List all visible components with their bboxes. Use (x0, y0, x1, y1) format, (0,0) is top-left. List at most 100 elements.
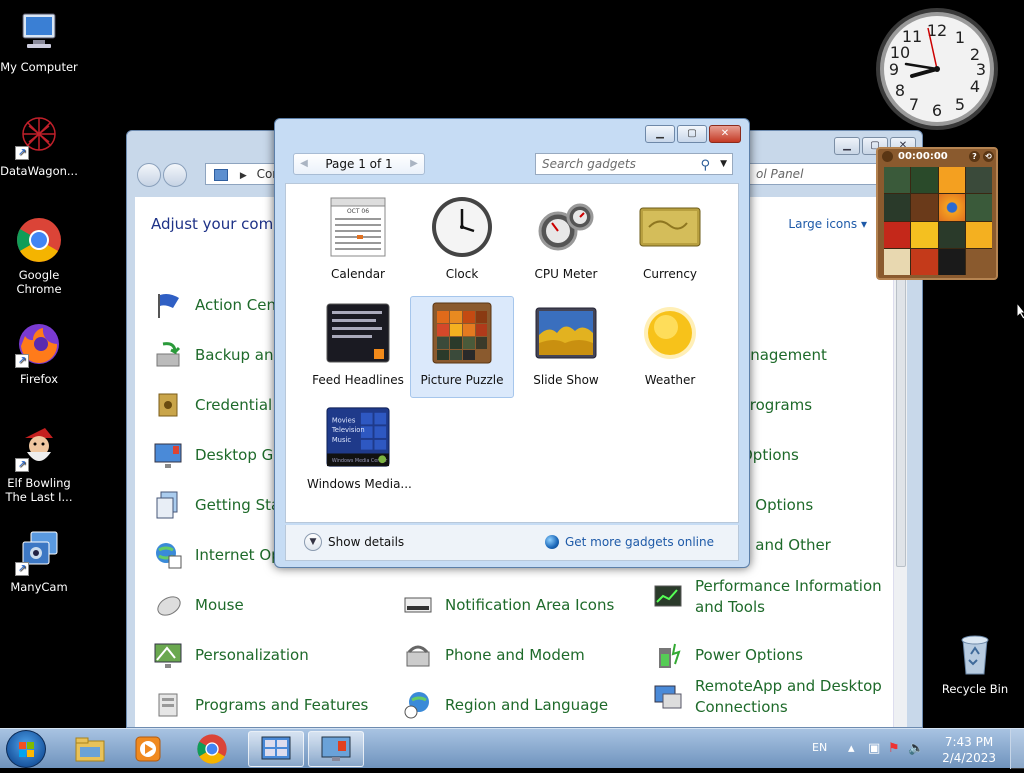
show-desktop-button[interactable] (1010, 729, 1024, 769)
desktop-icon-elf-bowling[interactable]: ↗ Elf Bowling The Last I... (0, 424, 78, 504)
puzzle-tile[interactable] (911, 194, 938, 221)
puzzle-tile[interactable] (938, 194, 965, 221)
search-placeholder: ol Panel (756, 167, 804, 181)
cp-item-backup[interactable]: Backup and (151, 335, 283, 375)
cp-item-internet-options[interactable]: Internet Op (151, 535, 281, 575)
cp-item-col3-5[interactable]: g Options (741, 485, 813, 525)
view-by-dropdown[interactable]: Large icons ▾ (788, 217, 867, 231)
desktop-icon-firefox[interactable]: ↗ Firefox (0, 320, 78, 386)
media-menu-television: Television (331, 426, 365, 434)
language-indicator[interactable]: EN (812, 741, 827, 754)
cp-item-mouse[interactable]: Mouse (151, 585, 244, 625)
puzzle-tile[interactable] (884, 248, 911, 275)
puzzle-tile[interactable] (938, 167, 965, 194)
desktop-icon-my-computer[interactable]: My Computer (0, 8, 78, 74)
gadget-cpu-meter[interactable]: CPU Meter (514, 190, 618, 292)
gadget-windows-media[interactable]: Movies Television Music Windows Media Cente… (306, 400, 412, 502)
forward-button[interactable] (163, 163, 187, 187)
maximize-button[interactable]: ▢ (677, 125, 707, 143)
puzzle-tile[interactable] (938, 221, 965, 248)
cp-item-programs-features[interactable]: Programs and Features (151, 685, 368, 725)
taskbar-chrome[interactable] (184, 731, 240, 767)
network-icon[interactable]: ▣ (868, 741, 880, 756)
desktop-icon-label: DataWagon... (0, 164, 78, 178)
taskbar-gadgets[interactable] (248, 731, 304, 767)
cp-item-col3-2[interactable]: anagement (741, 335, 827, 375)
puzzle-tile[interactable] (911, 221, 938, 248)
back-button[interactable] (137, 163, 161, 187)
puzzle-tile[interactable] (884, 221, 911, 248)
puzzle-tile[interactable] (884, 194, 911, 221)
show-hidden-icons-icon[interactable]: ▴ (848, 741, 855, 756)
media-menu-movies: Movies (332, 416, 356, 424)
puzzle-tile[interactable] (911, 167, 938, 194)
desktop-icon-recycle-bin[interactable]: Recycle Bin (936, 630, 1014, 696)
taskbar-media-player[interactable] (120, 731, 176, 767)
taskbar-explorer[interactable] (62, 731, 118, 767)
clock-face-icon: 12 1234567891011 (876, 8, 998, 130)
desktop-icon-manycam[interactable]: ↗ ManyCam (0, 528, 78, 594)
puzzle-header: 00:00:00 ? ⟲ (878, 149, 996, 165)
calendar-icon: OCT 06 (326, 195, 390, 259)
cp-item-power-options[interactable]: Power Options (651, 635, 803, 675)
help-icon[interactable]: ? (969, 151, 980, 162)
desktop-icon-label: Elf Bowling The Last I... (5, 476, 73, 504)
next-page-icon[interactable]: ▶ (406, 154, 422, 174)
action-center-flag-icon[interactable]: ⚑ (888, 741, 900, 756)
cp-item-getting-started[interactable]: Getting Sta (151, 485, 280, 525)
cp-item-phone-modem[interactable]: Phone and Modem (401, 635, 585, 675)
cp-item-personalization[interactable]: Personalization (151, 635, 309, 675)
gallery-toolbar: ◀ Page 1 of 1 ▶ Search gadgets ⚲ ▼ (285, 149, 739, 179)
cp-item-action-center[interactable]: Action Cent (151, 285, 282, 325)
start-button[interactable] (6, 730, 46, 768)
mouse-cursor-icon (1016, 302, 1024, 320)
search-gadgets-input[interactable]: Search gadgets ⚲ ▼ (535, 153, 733, 175)
search-icon[interactable]: ⚲ (700, 156, 710, 176)
shuffle-icon[interactable]: ⟲ (983, 151, 994, 162)
dropdown-arrow-icon[interactable]: ▼ (720, 154, 727, 174)
cp-item-notification-area[interactable]: Notification Area Icons (401, 585, 614, 625)
puzzle-tile[interactable] (938, 248, 965, 275)
gadget-clock[interactable]: Clock (410, 190, 514, 292)
puzzle-tile[interactable] (911, 248, 938, 275)
minimize-button[interactable]: ▁ (645, 125, 675, 143)
gadget-weather[interactable]: Weather (618, 296, 722, 398)
puzzle-tile[interactable] (965, 221, 992, 248)
show-details-toggle[interactable]: ▼ Show details (304, 533, 404, 551)
puzzle-grid[interactable] (884, 167, 992, 275)
puzzle-tile[interactable] (884, 167, 911, 194)
cp-item-credential[interactable]: Credential I (151, 385, 281, 425)
close-button[interactable]: ✕ (709, 125, 741, 143)
gadget-list: OCT 06 Calendar Clock CPU Meter Currency… (285, 183, 739, 523)
cp-item-desktop-gadgets[interactable]: Desktop Ga (151, 435, 282, 475)
cp-item-col3-3[interactable]: Programs (741, 385, 812, 425)
cp-item-performance[interactable]: Performance Information and Tools (651, 575, 885, 619)
gadget-slide-show[interactable]: Slide Show (514, 296, 618, 398)
recycle-bin-icon (951, 630, 999, 678)
svg-text:5: 5 (955, 95, 965, 114)
clock-gadget[interactable]: 12 1 2 3 4 5 6 7 8 9 10 11 (874, 6, 1000, 132)
cp-item-col3-6[interactable]: n and Other (741, 525, 831, 565)
phone-icon (401, 638, 435, 672)
gadget-calendar[interactable]: OCT 06 Calendar (306, 190, 410, 292)
puzzle-tile[interactable] (965, 167, 992, 194)
gadget-picture-puzzle[interactable]: Picture Puzzle (410, 296, 514, 398)
clock[interactable]: 7:43 PM 2/4/2023 (942, 734, 996, 766)
gadget-currency[interactable]: Currency (618, 190, 722, 292)
gadget-feed-headlines[interactable]: Feed Headlines (306, 296, 410, 398)
minimize-button[interactable]: ▁ (834, 137, 860, 155)
get-more-gadgets-link[interactable]: Get more gadgets online (544, 535, 714, 549)
desktop-icon-datawagon[interactable]: ↗ DataWagon... (0, 112, 78, 178)
taskbar-control-panel[interactable] (308, 731, 364, 767)
cp-item-label: Credential I (195, 395, 282, 414)
shortcut-arrow-icon: ↗ (15, 354, 29, 368)
puzzle-timer: 00:00:00 (898, 151, 948, 162)
desktop-icon-chrome[interactable]: Google Chrome (0, 216, 78, 296)
gadget-gallery-window[interactable]: ▁ ▢ ✕ ◀ Page 1 of 1 ▶ Search gadgets ⚲ ▼… (274, 118, 750, 568)
previous-page-icon[interactable]: ◀ (296, 154, 312, 174)
picture-puzzle-gadget[interactable]: 00:00:00 ? ⟲ (876, 147, 998, 280)
cp-item-region-language[interactable]: Region and Language (401, 685, 608, 725)
puzzle-tile[interactable] (965, 194, 992, 221)
volume-icon[interactable]: 🔈 (908, 741, 924, 756)
cp-item-remoteapp[interactable]: RemoteApp and Desktop Connections (651, 675, 895, 719)
